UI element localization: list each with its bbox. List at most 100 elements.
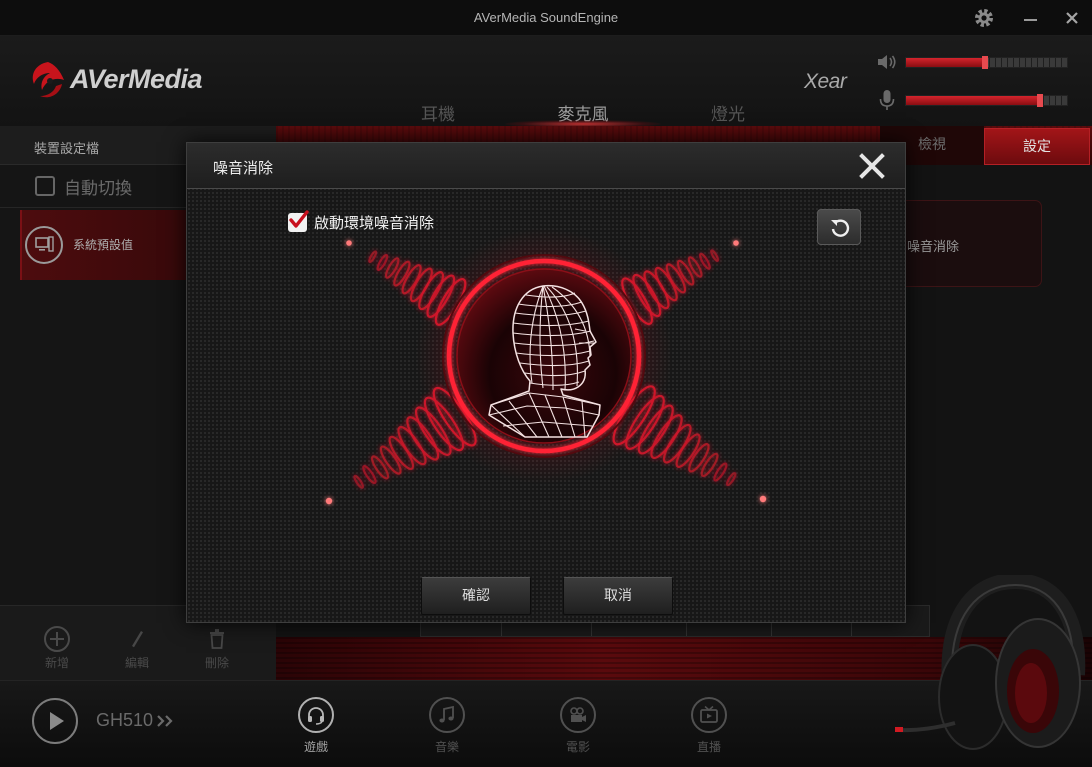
sound-wave-ring	[362, 465, 377, 485]
sound-wave-ring	[688, 443, 710, 473]
device-name[interactable]: GH510	[96, 710, 153, 731]
add-profile-button[interactable]: 新增	[22, 606, 92, 681]
mic-volume-thumb[interactable]	[1036, 94, 1043, 107]
app-header: AVerMedia 耳機 麥克風 燈光 Xear	[0, 36, 1092, 128]
sound-wave-ring	[401, 264, 422, 295]
dialog-header: 噪音消除	[187, 143, 905, 189]
signal-dot	[759, 495, 767, 503]
profiles-title: 裝置設定檔	[34, 142, 100, 157]
nav-live[interactable]: 直播	[669, 695, 749, 765]
edit-profile-label: 編輯	[124, 656, 149, 670]
auto-switch-checkbox[interactable]	[35, 176, 55, 196]
sound-wave-ring	[654, 266, 678, 302]
nav-movie[interactable]: 電影	[538, 695, 618, 765]
glow-ring	[446, 258, 642, 454]
mic-volume-fill	[906, 96, 1040, 105]
profile-label: 系統預設值	[73, 238, 134, 252]
nav-movie-label: 電影	[565, 740, 590, 754]
reset-button[interactable]	[817, 209, 861, 245]
sound-wave-ring	[434, 277, 467, 326]
sound-waves	[353, 249, 737, 489]
computer-icon	[25, 226, 63, 264]
cancel-button[interactable]: 取消	[563, 577, 673, 615]
sound-wave-ring	[632, 273, 662, 318]
avermedia-logo-text: AVerMedia	[70, 64, 203, 94]
sound-wave-ring	[700, 452, 719, 478]
sound-wave-ring	[675, 433, 701, 468]
sound-wave-ring	[370, 455, 390, 480]
inner-ring	[456, 268, 632, 444]
noise-cancel-card-label: 噪音消除	[907, 240, 960, 255]
sound-wave-ring	[376, 253, 389, 271]
signal-dot	[346, 240, 352, 246]
reset-icon	[831, 219, 850, 237]
sound-wave-ring	[418, 271, 445, 311]
nav-music-label: 音樂	[434, 740, 459, 754]
delete-profile-label: 刪除	[204, 656, 229, 670]
nav-live-label: 直播	[696, 740, 721, 754]
add-icon	[44, 626, 70, 652]
inner-disk	[456, 268, 632, 444]
close-icon[interactable]	[1062, 8, 1082, 28]
trash-icon	[210, 629, 224, 649]
sound-wave-ring	[397, 425, 427, 466]
pencil-icon	[132, 631, 143, 648]
xear-logo: Xear	[804, 70, 847, 93]
tab-settings[interactable]: 設定	[984, 128, 1090, 165]
tv-icon	[691, 697, 727, 733]
music-note-icon	[429, 697, 465, 733]
sound-wave-ring	[698, 252, 711, 270]
mic-volume-slider[interactable]	[905, 94, 1068, 107]
microphone-icon[interactable]	[875, 88, 899, 112]
confirm-button[interactable]: 確認	[421, 577, 531, 615]
title-bar: AVerMedia SoundEngine	[0, 0, 1092, 36]
minimize-icon[interactable]	[1020, 8, 1040, 28]
gear-icon[interactable]	[974, 8, 994, 28]
double-chevron-icon[interactable]	[155, 714, 177, 728]
sound-wave-ring	[423, 396, 465, 452]
outer-ring	[442, 254, 646, 458]
sound-wave-ring	[368, 250, 378, 264]
speaker-icon[interactable]	[875, 50, 899, 74]
sound-wave-ring	[409, 267, 433, 303]
sound-wave-ring	[426, 274, 456, 318]
sound-wave-ring	[432, 386, 477, 447]
sound-wave-ring	[643, 270, 670, 310]
play-button[interactable]	[32, 698, 78, 744]
sound-wave-ring	[713, 462, 728, 482]
speaker-volume-fill	[906, 58, 985, 67]
sound-wave-ring	[621, 277, 654, 326]
sound-wave-ring	[725, 472, 737, 487]
movie-camera-icon	[560, 697, 596, 733]
speaker-volume-slider[interactable]	[905, 56, 1068, 69]
avermedia-logo-icon	[26, 58, 70, 102]
sound-wave-ring	[710, 249, 720, 262]
noise-cancel-dialog: 噪音消除 啟動環境噪音消除 確認 取消	[186, 142, 906, 623]
window-title: AVerMedia SoundEngine	[473, 10, 619, 25]
sound-wave-ring	[393, 260, 411, 287]
sound-wave-ring	[353, 474, 365, 489]
sound-wave-ring	[388, 435, 415, 471]
tab-lighting[interactable]: 燈光	[668, 100, 788, 125]
speaker-volume-thumb[interactable]	[981, 56, 988, 69]
sound-wave-ring	[665, 263, 687, 294]
nav-music[interactable]: 音樂	[407, 695, 487, 765]
headset-image	[895, 575, 1086, 750]
enable-noise-cancel-label[interactable]: 啟動環境噪音消除	[314, 212, 434, 233]
auto-switch-label: 自動切換	[64, 179, 132, 199]
sound-wave-ring	[612, 385, 656, 446]
close-icon[interactable]	[859, 153, 885, 179]
signal-dot	[733, 240, 739, 246]
sound-wave-ring	[662, 423, 692, 464]
nav-gaming[interactable]: 遊戲	[276, 695, 356, 765]
tab-headphones[interactable]: 耳機	[378, 100, 498, 125]
edit-profile-button[interactable]: 編輯	[102, 606, 172, 681]
checkmark-icon	[289, 210, 309, 228]
signal-dots	[325, 240, 767, 505]
enable-noise-cancel-checkbox[interactable]	[288, 210, 309, 232]
sound-wave-ring	[625, 394, 665, 450]
sound-wave-ring	[384, 257, 400, 279]
sound-wave-ring	[406, 416, 440, 461]
sound-wave-ring	[676, 259, 695, 286]
signal-dot	[325, 497, 333, 505]
